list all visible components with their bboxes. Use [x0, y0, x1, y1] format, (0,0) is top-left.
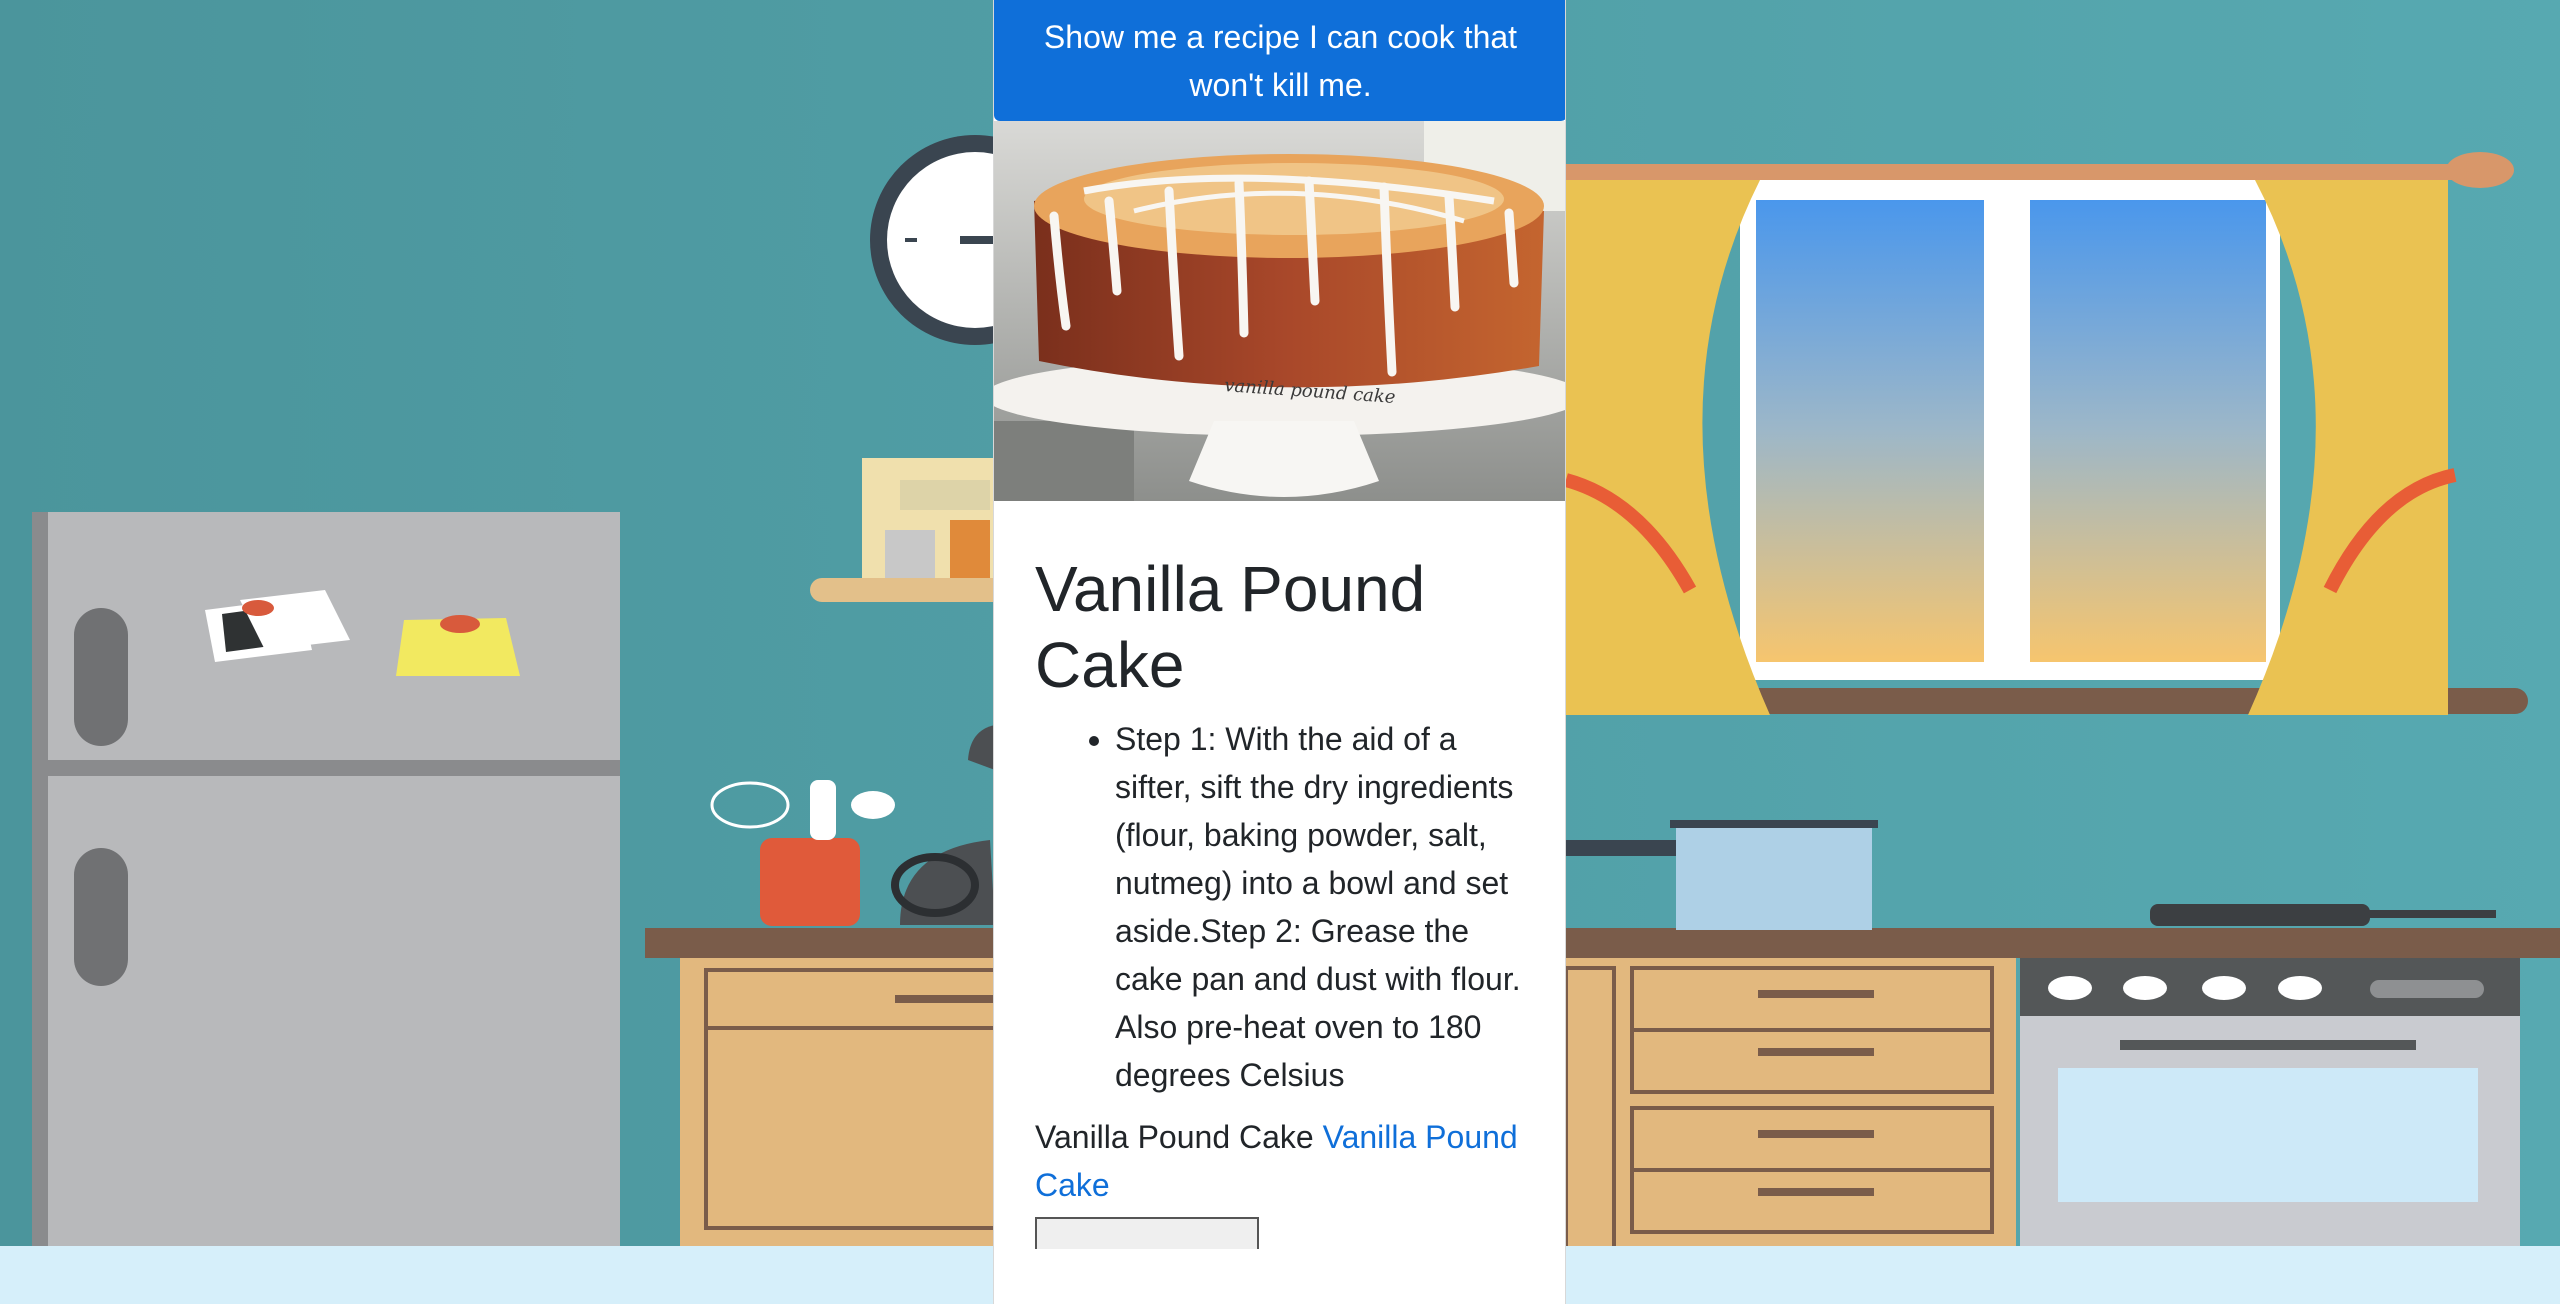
- secondary-button[interactable]: [1035, 1217, 1259, 1249]
- oven-icon: [2020, 904, 2520, 1268]
- recipe-title: Vanilla Pound Cake: [1035, 553, 1426, 701]
- recipe-source: Vanilla Pound Cake Vanilla Pound Cake: [1035, 1113, 1524, 1209]
- list-item: Step 1: With the aid of a sifter, sift t…: [1115, 715, 1524, 1099]
- show-recipe-button[interactable]: Show me a recipe I can cook that won't k…: [994, 0, 1565, 121]
- source-label: Vanilla Pound Cake: [1035, 1119, 1314, 1155]
- recipe-card: Show me a recipe I can cook that won't k…: [993, 0, 1566, 1304]
- recipe-steps: Step 1: With the aid of a sifter, sift t…: [1035, 715, 1524, 1099]
- recipe-image: vanilla pound cake: [994, 121, 1565, 501]
- sticky-note-icon: [396, 615, 520, 676]
